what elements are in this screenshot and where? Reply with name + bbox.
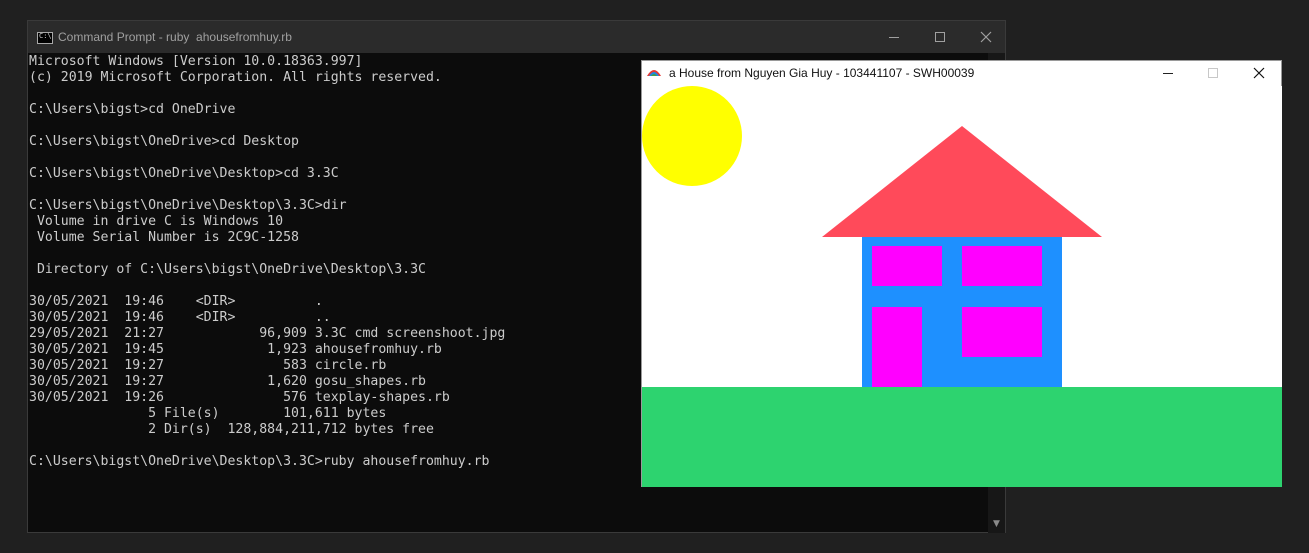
command-prompt-icon[interactable] [37,32,53,44]
gosu-app-icon[interactable] [646,66,662,80]
sun-circle [642,86,742,186]
house-title-bar[interactable]: a House from Nguyen Gia Huy - 103441107 … [642,61,1281,86]
house-canvas[interactable] [642,86,1282,487]
grass-ground [642,387,1282,487]
minimize-icon [1163,72,1173,74]
close-icon [980,31,992,43]
house-window[interactable]: a House from Nguyen Gia Huy - 103441107 … [641,60,1282,487]
house-window-top-right [962,246,1042,286]
cmd-close-button[interactable] [963,21,1009,53]
house-door [872,307,922,387]
house-window-title: a House from Nguyen Gia Huy - 103441107 … [669,66,975,80]
house-minimize-button[interactable] [1145,58,1191,88]
cmd-title-bar[interactable]: Command Prompt - ruby ahousefromhuy.rb [28,21,1005,53]
maximize-icon [935,32,945,42]
cmd-maximize-button[interactable] [917,21,963,53]
house-roof [822,126,1102,237]
cmd-minimize-button[interactable] [871,21,917,53]
scroll-down-arrow-icon[interactable]: ▼ [988,517,1005,531]
house-close-button[interactable] [1236,58,1282,88]
close-icon [1253,67,1265,79]
house-maximize-button[interactable] [1190,58,1236,88]
minimize-icon [889,36,899,38]
house-window-bottom-right [962,307,1042,357]
cmd-window-title: Command Prompt - ruby ahousefromhuy.rb [58,30,292,44]
house-window-top-left [872,246,942,286]
maximize-icon [1208,68,1218,78]
